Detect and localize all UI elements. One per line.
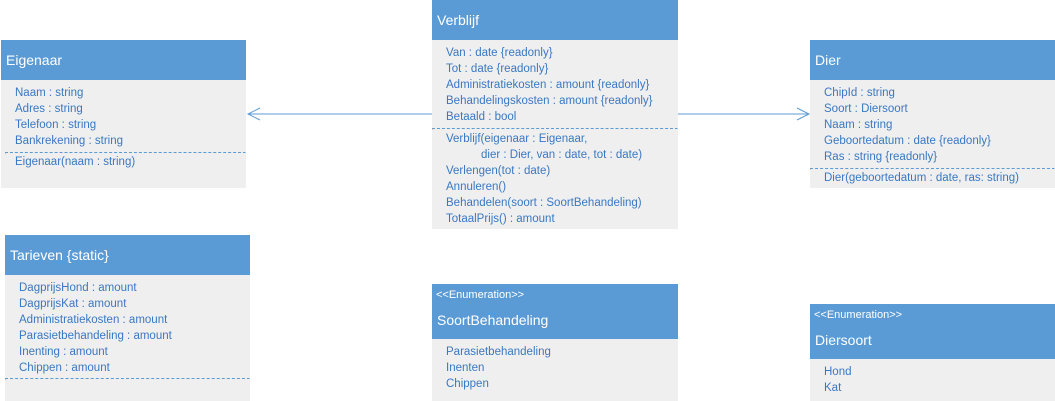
- method: Dier(geboortedatum : date, ras: string): [824, 172, 1019, 184]
- methods: Eigenaar(naam : string): [1, 154, 246, 170]
- methods: Dier(geboortedatum : date, ras: string): [810, 170, 1055, 186]
- attributes: Naam : string Adres : string Telefoon : …: [1, 80, 246, 149]
- method: Eigenaar(naam : string): [15, 156, 136, 168]
- enum-value: Kat: [824, 382, 842, 394]
- method: Annuleren(): [446, 181, 507, 193]
- attribute: Administratiekosten : amount: [19, 314, 168, 326]
- method-continuation: dier : Dier, van : date, tot : date): [481, 149, 643, 161]
- class-name: Diersoort: [815, 332, 872, 348]
- class-name: Verblijf: [437, 12, 480, 28]
- attribute: Parasietbehandeling : amount: [19, 330, 172, 342]
- stereotype-label: <<Enumeration>>: [436, 289, 525, 301]
- attribute: Administratiekosten : amount {readonly}: [446, 79, 650, 91]
- attribute: Chippen : amount: [19, 362, 110, 374]
- class-tarieven[interactable]: Tarieven {static} DagprijsHond : amount …: [5, 235, 250, 401]
- class-name: Tarieven {static}: [10, 247, 109, 263]
- attribute: Betaald : bool: [446, 111, 517, 123]
- attribute: Naam : string: [824, 119, 893, 131]
- attribute: Telefoon : string: [15, 119, 97, 131]
- attribute: Behandelingskosten : amount {readonly}: [446, 95, 653, 107]
- attribute: Tot : date {readonly}: [446, 63, 549, 75]
- attribute: Adres : string: [15, 103, 83, 115]
- attribute: Geboortedatum : date {readonly}: [824, 135, 991, 147]
- enum-value: Inenten: [446, 362, 485, 374]
- class-header: Verblijf: [432, 0, 678, 40]
- attributes: Van : date {readonly} Tot : date {readon…: [432, 40, 678, 125]
- attributes: DagprijsHond : amount DagprijsKat : amou…: [5, 275, 250, 376]
- attribute: Ras : string {readonly}: [824, 151, 938, 163]
- class-header: <<Enumeration>> SoortBehandeling: [432, 284, 678, 339]
- method: Verblijf(eigenaar : Eigenaar,: [446, 133, 588, 145]
- attribute: Naam : string: [15, 87, 84, 99]
- attributes: ChipId : string Soort : Diersoort Naam :…: [810, 80, 1055, 165]
- class-eigenaar[interactable]: Eigenaar Naam : string Adres : string Te…: [1, 40, 246, 188]
- method: TotaalPrijs() : amount: [446, 213, 555, 225]
- class-header: Dier: [810, 40, 1055, 80]
- class-header: <<Enumeration>> Diersoort: [810, 304, 1055, 359]
- methods: Verblijf(eigenaar : Eigenaar, dier : Die…: [432, 130, 678, 227]
- class-header: Eigenaar: [1, 40, 246, 80]
- attribute: Van : date {readonly}: [446, 47, 553, 59]
- class-name: SoortBehandeling: [437, 312, 549, 328]
- enum-diersoort[interactable]: <<Enumeration>> Diersoort Hond Kat: [810, 304, 1055, 401]
- attribute: Soort : Diersoort: [824, 103, 908, 115]
- method: Behandelen(soort : SoortBehandeling): [446, 197, 642, 209]
- class-name: Dier: [815, 52, 841, 68]
- enum-soortbehandeling[interactable]: <<Enumeration>> SoortBehandeling Parasie…: [432, 284, 678, 401]
- attribute: DagprijsKat : amount: [19, 298, 127, 310]
- enum-value: Hond: [824, 366, 852, 378]
- class-verblijf[interactable]: Verblijf Van : date {readonly} Tot : dat…: [432, 0, 678, 229]
- enum-value: Chippen: [446, 378, 489, 390]
- enum-values: Hond Kat: [810, 359, 1055, 396]
- class-name: Eigenaar: [6, 52, 63, 68]
- attribute: Bankrekening : string: [15, 135, 124, 147]
- attribute: Inenting : amount: [19, 346, 108, 358]
- class-header: Tarieven {static}: [5, 235, 250, 275]
- stereotype-label: <<Enumeration>>: [814, 309, 903, 321]
- enum-value: Parasietbehandeling: [446, 346, 551, 358]
- class-dier[interactable]: Dier ChipId : string Soort : Diersoort N…: [810, 40, 1055, 188]
- method: Verlengen(tot : date): [446, 165, 551, 177]
- attribute: DagprijsHond : amount: [19, 282, 137, 294]
- compartment-separator: [5, 378, 250, 380]
- enum-values: Parasietbehandeling Inenten Chippen: [432, 339, 678, 392]
- attribute: ChipId : string: [824, 87, 895, 99]
